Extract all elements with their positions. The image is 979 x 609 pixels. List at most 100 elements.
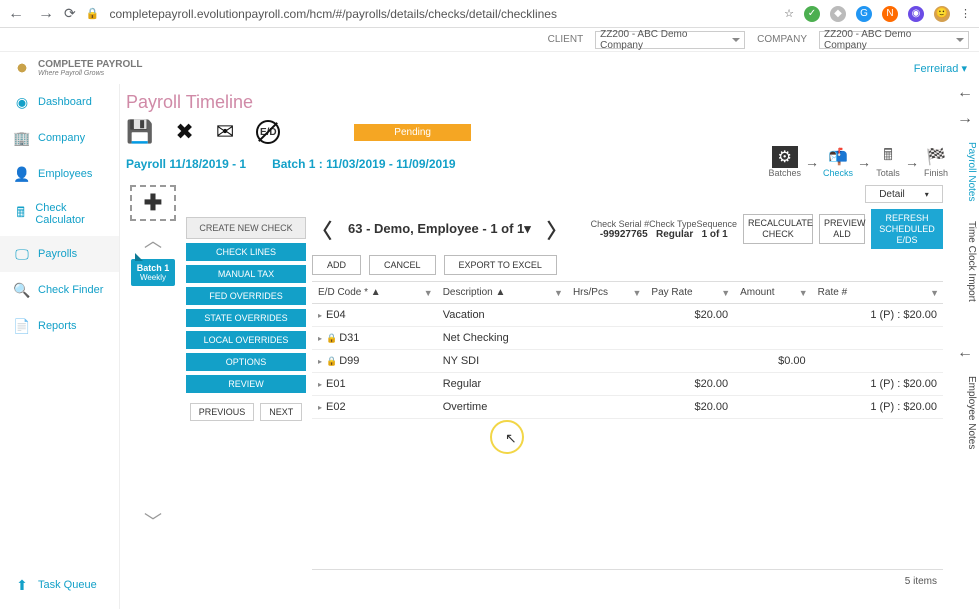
refresh-eds-button[interactable]: REFRESH SCHEDULED E/DS — [871, 209, 943, 249]
logo-icon — [12, 58, 32, 78]
sidebar-item-task-queue[interactable]: ⬆Task Queue — [0, 567, 111, 603]
table-row[interactable]: ▸🔒D31Net Checking — [312, 327, 943, 350]
ed-toggle-icon[interactable]: E/D — [256, 120, 280, 144]
timeline-steps: ⚙Batches → 📬Checks → 🖩Totals → 🏁Finish — [768, 146, 949, 178]
ext-icon-green[interactable]: ✓ — [804, 6, 820, 22]
col-hrs[interactable]: Hrs/Pcs▼ — [567, 282, 645, 304]
sidebar-item-dashboard[interactable]: ◉Dashboard — [0, 84, 119, 120]
star-icon[interactable]: ☆ — [784, 7, 794, 20]
create-check-button[interactable]: CREATE NEW CHECK — [186, 217, 306, 239]
expand-icon[interactable]: ▸ — [318, 403, 322, 412]
client-select[interactable]: ZZ200 - ABC Demo Company — [595, 31, 745, 49]
company-label: COMPANY — [757, 34, 807, 45]
browser-chrome: ← → ⟳ 🔒 completepayroll.evolutionpayroll… — [0, 0, 979, 28]
sidebar-item-employees[interactable]: 👤Employees — [0, 156, 119, 192]
browser-menu-icon[interactable]: ⋮ — [960, 7, 971, 20]
sidebar-item-reports[interactable]: 📄Reports — [0, 308, 119, 344]
expand-icon[interactable]: ▸ — [318, 357, 322, 366]
ext-icon-purple[interactable]: ◉ — [908, 6, 924, 22]
tab-manual-tax[interactable]: MANUAL TAX — [186, 265, 306, 283]
ext-icon-orange[interactable]: N — [882, 6, 898, 22]
main-content: Payroll Timeline 💾 ✖ ✉ E/D Pending Payro… — [120, 84, 949, 609]
tab-state-overrides[interactable]: STATE OVERRIDES — [186, 309, 306, 327]
preview-ald-button[interactable]: PREVIEW ALD — [819, 214, 865, 244]
filter-icon[interactable]: ▼ — [721, 288, 730, 298]
add-button[interactable]: ADD — [312, 255, 361, 275]
tab-time-clock-import[interactable]: Time Clock Import — [951, 215, 979, 308]
lock-icon: 🔒 — [326, 356, 337, 366]
expand-icon[interactable]: ▸ — [318, 311, 322, 320]
check-seq: 1 of 1 — [702, 229, 728, 240]
col-rate[interactable]: Rate #▼ — [812, 282, 943, 304]
cancel-button[interactable]: CANCEL — [369, 255, 436, 275]
tab-payroll-notes[interactable]: Payroll Notes — [951, 136, 979, 207]
collapse-left-icon[interactable]: ← — [951, 84, 979, 102]
col-payrate[interactable]: Pay Rate▼ — [645, 282, 734, 304]
table-row[interactable]: ▸E02Overtime$20.001 (P) : $20.00 — [312, 396, 943, 419]
tab-options[interactable]: OPTIONS — [186, 353, 306, 371]
filter-icon[interactable]: ▼ — [930, 288, 939, 298]
step-finish[interactable]: 🏁Finish — [923, 146, 949, 178]
recalculate-button[interactable]: RECALCULATE CHECK — [743, 214, 813, 244]
tab-local-overrides[interactable]: LOCAL OVERRIDES — [186, 331, 306, 349]
table-row[interactable]: ▸E01Regular$20.001 (P) : $20.00 — [312, 373, 943, 396]
lock-icon: 🔒 — [86, 7, 100, 20]
expand-icon[interactable]: ▸ — [318, 380, 322, 389]
sidebar-item-check-finder[interactable]: 🔍Check Finder — [0, 272, 119, 308]
client-label: CLIENT — [548, 34, 584, 45]
collapse-right-icon[interactable]: → — [951, 110, 979, 128]
table-row[interactable]: ▸E04Vacation$20.001 (P) : $20.00 — [312, 304, 943, 327]
tab-review[interactable]: REVIEW — [186, 375, 306, 393]
browser-back-icon[interactable]: ← — [8, 5, 24, 23]
tab-employee-notes[interactable]: Employee Notes — [951, 370, 979, 455]
filter-icon[interactable]: ▼ — [424, 288, 433, 298]
arrow-icon: → — [857, 154, 871, 170]
sidebar-item-payrolls[interactable]: 🖵Payrolls — [0, 236, 119, 272]
mail-icon[interactable]: ✉ — [216, 119, 234, 145]
col-edcode[interactable]: E/D Code * ▲▼ — [312, 282, 437, 304]
lock-icon: 🔒 — [326, 333, 337, 343]
step-batches[interactable]: ⚙Batches — [768, 146, 801, 178]
address-bar[interactable]: completepayroll.evolutionpayroll.com/hcm… — [109, 7, 774, 21]
breadcrumb-batch[interactable]: Batch 1 : 11/03/2019 - 11/09/2019 — [272, 157, 455, 171]
employee-next-icon[interactable]: 〉 — [547, 215, 567, 244]
client-bar: CLIENT ZZ200 - ABC Demo Company COMPANY … — [0, 28, 979, 52]
browser-reload-icon[interactable]: ⟳ — [64, 5, 76, 22]
collapse-left-icon-2[interactable]: ← — [951, 344, 979, 362]
col-amount[interactable]: Amount▼ — [734, 282, 812, 304]
next-button[interactable]: NEXT — [260, 403, 302, 421]
table-row[interactable]: ▸🔒D99NY SDI$0.00 — [312, 350, 943, 373]
user-menu[interactable]: Ferreirad ▾ — [914, 62, 967, 75]
sidebar-item-company[interactable]: 🏢Company — [0, 120, 119, 156]
ext-icon-grey[interactable]: ◆ — [830, 6, 846, 22]
previous-button[interactable]: PREVIOUS — [190, 403, 255, 421]
toolbar: 💾 ✖ ✉ E/D Pending — [126, 119, 943, 145]
save-icon[interactable]: 💾 — [126, 119, 153, 145]
tab-fed-overrides[interactable]: FED OVERRIDES — [186, 287, 306, 305]
filter-icon[interactable]: ▼ — [799, 288, 808, 298]
company-select[interactable]: ZZ200 - ABC Demo Company — [819, 31, 969, 49]
export-excel-button[interactable]: EXPORT TO EXCEL — [444, 255, 557, 275]
breadcrumb-payroll[interactable]: Payroll 11/18/2019 - 1 — [126, 157, 246, 171]
sidebar-item-check-calculator[interactable]: 🖩Check Calculator — [0, 192, 119, 236]
employee-prev-icon[interactable]: 〈 — [312, 215, 332, 244]
close-icon[interactable]: ✖ — [175, 119, 193, 145]
step-totals[interactable]: 🖩Totals — [875, 146, 901, 178]
expand-icon[interactable]: ▸ — [318, 334, 322, 343]
add-batch-button[interactable]: ✚ — [130, 185, 176, 221]
filter-icon[interactable]: ▼ — [632, 288, 641, 298]
batch-card[interactable]: Batch 1 Weekly — [131, 259, 175, 286]
arrow-icon: → — [805, 154, 819, 170]
view-mode-select[interactable]: Detail — [865, 185, 943, 203]
ext-icon-blue[interactable]: G — [856, 6, 872, 22]
browser-forward-icon[interactable]: → — [38, 5, 54, 23]
col-description[interactable]: Description ▲▼ — [437, 282, 567, 304]
tab-check-lines[interactable]: CHECK LINES — [186, 243, 306, 261]
item-count: 5 items — [312, 569, 943, 593]
step-checks[interactable]: 📬Checks — [823, 146, 853, 178]
avatar-icon[interactable]: 🙂 — [934, 6, 950, 22]
batch-up-icon[interactable]: ︿ — [144, 227, 162, 253]
filter-icon[interactable]: ▼ — [554, 288, 563, 298]
checks-icon: 📬 — [825, 146, 851, 168]
batch-down-icon[interactable]: ﹀ — [144, 508, 162, 534]
